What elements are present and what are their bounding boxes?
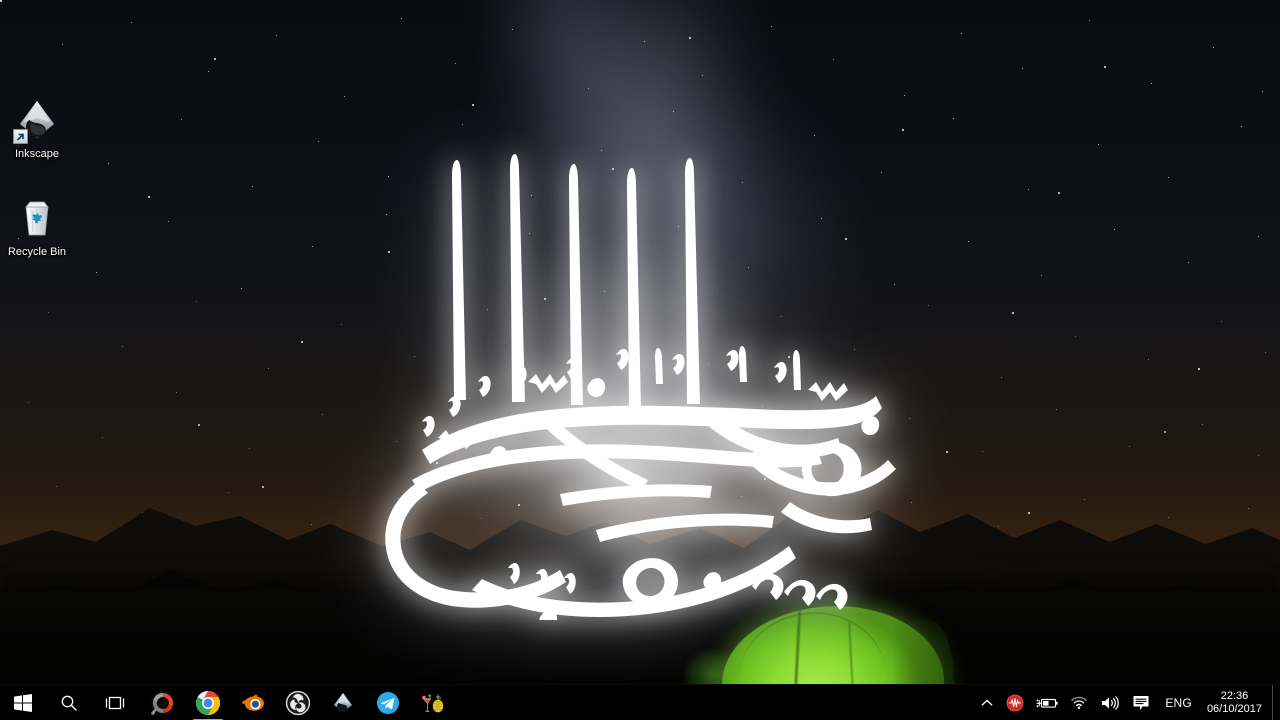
camping-tent bbox=[650, 538, 1010, 720]
shortcut-arrow-icon bbox=[13, 129, 28, 144]
telegram-icon bbox=[376, 691, 399, 714]
battery-charging-icon bbox=[1036, 698, 1058, 708]
taskbar-item-inkscape[interactable] bbox=[320, 685, 365, 720]
wifi-icon bbox=[1071, 696, 1088, 709]
desktop-icon-label: Recycle Bin bbox=[7, 246, 67, 258]
taskbar-item-obs[interactable] bbox=[275, 685, 320, 720]
windows-logo-icon bbox=[14, 693, 32, 712]
network-tray-icon[interactable] bbox=[1064, 685, 1094, 720]
krita-icon bbox=[150, 690, 175, 715]
volume-tray-icon[interactable] bbox=[1094, 685, 1126, 720]
obs-icon bbox=[285, 690, 310, 715]
action-center-button[interactable] bbox=[1126, 685, 1156, 720]
taskbar-item-blender[interactable] bbox=[230, 685, 275, 720]
speaker-icon bbox=[1102, 695, 1120, 710]
taskbar-item-krita[interactable] bbox=[140, 685, 185, 720]
taskbar-app-list bbox=[140, 685, 455, 720]
clock-date: 06/10/2017 bbox=[1206, 702, 1262, 715]
taskbar: ENG 22:36 06/10/2017 bbox=[0, 684, 1280, 720]
chevron-up-icon bbox=[981, 699, 993, 706]
clock-time: 22:36 bbox=[1220, 689, 1249, 702]
search-button[interactable] bbox=[46, 685, 92, 720]
system-tray: ENG 22:36 06/10/2017 bbox=[974, 684, 1280, 720]
cocktail-pineapple-icon bbox=[421, 692, 443, 712]
language-indicator[interactable]: ENG bbox=[1156, 685, 1201, 720]
blender-icon bbox=[241, 693, 264, 711]
desktop-icon-recycle-bin[interactable]: Recycle Bin bbox=[0, 194, 74, 259]
audio-monitor-tray-icon[interactable] bbox=[1000, 685, 1030, 720]
search-icon bbox=[61, 695, 77, 711]
red-waveform-icon bbox=[1006, 694, 1024, 711]
notification-icon bbox=[1133, 695, 1149, 710]
battery-tray-icon[interactable] bbox=[1030, 685, 1064, 720]
taskbar-item-chrome[interactable] bbox=[185, 685, 230, 720]
recycle-bin-icon bbox=[13, 194, 61, 242]
show-desktop-button[interactable] bbox=[1272, 684, 1280, 720]
desktop-screen: Inkscape Recycle Bin ENG 22:36 06/10/201… bbox=[0, 0, 1280, 720]
desktop-icon-inkscape[interactable]: Inkscape bbox=[0, 96, 74, 161]
desktop-wallpaper[interactable] bbox=[0, 0, 1280, 720]
show-hidden-icons-button[interactable] bbox=[974, 685, 1000, 720]
task-view-icon bbox=[105, 696, 125, 709]
taskbar-item-telegram[interactable] bbox=[365, 685, 410, 720]
inkscape-icon bbox=[333, 692, 352, 712]
inkscape-icon bbox=[13, 96, 61, 144]
start-button[interactable] bbox=[0, 685, 46, 720]
desktop-icon-label: Inkscape bbox=[14, 148, 60, 160]
task-view-button[interactable] bbox=[92, 685, 138, 720]
clock[interactable]: 22:36 06/10/2017 bbox=[1201, 685, 1272, 720]
taskbar-item-fruit-app[interactable] bbox=[410, 685, 455, 720]
chrome-icon bbox=[195, 690, 220, 715]
